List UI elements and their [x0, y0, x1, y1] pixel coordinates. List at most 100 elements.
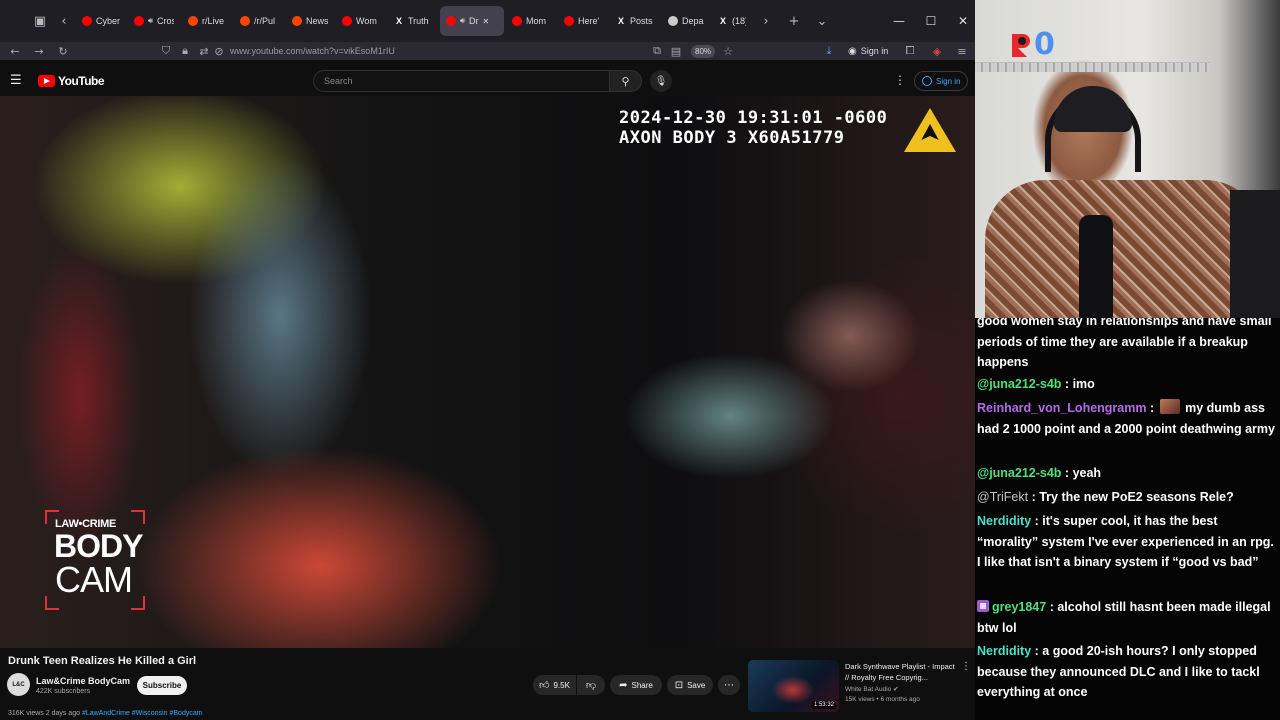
browser-tab[interactable]: 🔊︎ Dr ✕ [440, 6, 504, 36]
tab-title: (18) T [732, 16, 746, 26]
more-actions-button[interactable]: ⋯ [718, 675, 740, 695]
account-label: Sign in [860, 46, 889, 56]
tab-title: Truth [408, 16, 429, 26]
thumbs-up-icon: 👍︎ [539, 680, 550, 691]
like-count: 9.5K [553, 680, 570, 690]
zoom-level[interactable]: 80% [691, 45, 716, 58]
save-label: Save [687, 680, 706, 690]
forward-icon[interactable]: → [27, 42, 51, 60]
channel-avatar[interactable]: L&C [7, 673, 30, 696]
recommended-channel[interactable]: White Bat Audio ✔ [845, 685, 899, 693]
tab-title: Here' [578, 16, 600, 26]
voice-search-icon[interactable]: 🎙︎ [650, 70, 672, 92]
hashtags[interactable]: #LawAndCrime #Wisconsin #Bodycam [82, 710, 203, 717]
browser-tab[interactable]: X Truth [388, 6, 438, 36]
chat-username[interactable]: @juna212-s4b [977, 377, 1061, 391]
user-icon [922, 76, 932, 86]
browser-tab[interactable]: Here' [558, 6, 608, 36]
subscribe-button[interactable]: Subscribe [137, 676, 187, 695]
settings-kebab-icon[interactable]: ⋮ [894, 73, 906, 87]
addon-icon[interactable]: ◈ [925, 42, 949, 60]
tab-scroll-left-icon[interactable]: ‹ [52, 9, 76, 33]
chat-username[interactable]: Nerdidity [977, 514, 1031, 528]
chat-message: Reinhard_von_Lohengramm : my dumb ass ha… [977, 399, 1275, 436]
youtube-signin-button[interactable]: Sign in [914, 71, 969, 91]
browser-tab[interactable]: /r/Pul [234, 6, 284, 36]
autoplay-blocked-icon[interactable]: ⊘ [207, 42, 231, 60]
maximize-icon[interactable]: ☐ [915, 0, 947, 42]
tab-bar: ▣ ‹ Cyber 🔊︎ Crossf r/Live/r/Pul News Wom X Tru… [0, 0, 975, 42]
recommended-thumbnail[interactable]: 1:53:32 [748, 660, 839, 712]
share-button[interactable]: ➦ Share [610, 675, 662, 695]
views-date: 316K views 2 days ago [8, 710, 80, 717]
recommended-more-icon[interactable]: ⋮ [961, 661, 971, 672]
account-icon: ◉ [848, 45, 857, 57]
extensions-icon[interactable]: ⧠ [898, 42, 922, 60]
browser-tab[interactable]: Mom [506, 6, 556, 36]
chat-username[interactable]: grey1847 [992, 600, 1046, 614]
browser-tab[interactable]: Wom [336, 6, 386, 36]
bookmark-star-icon[interactable]: ☆ [716, 42, 740, 60]
chat-message: @TriFekt : Try the new PoE2 seasons Rele… [977, 490, 1234, 504]
browser-tab[interactable]: 🔊︎ Crossf [128, 6, 180, 36]
recommended-duration: 1:53:32 [811, 701, 836, 709]
favicon-icon [512, 16, 522, 26]
share-icon: ➦ [619, 679, 628, 691]
tab-audio-icon[interactable]: 🔊︎ [460, 16, 465, 26]
tab-title: r/Live [202, 16, 225, 26]
chat-text: yeah [1072, 466, 1102, 480]
downloads-icon[interactable]: ⤓ [817, 42, 841, 60]
browser-tab[interactable]: X (18) T [712, 6, 752, 36]
tab-overview-icon[interactable]: ▣ [28, 9, 52, 33]
list-all-tabs-icon[interactable]: ⌄ [810, 9, 834, 33]
chat-username[interactable]: @juna212-s4b [977, 466, 1061, 480]
browser-tab[interactable]: News [286, 6, 334, 36]
browser-tab[interactable]: X Posts [610, 6, 660, 36]
verified-icon: ✔ [893, 685, 899, 693]
favicon-icon [188, 16, 198, 26]
video-meta: 316K views 2 days ago #LawAndCrime #Wisc… [8, 710, 203, 717]
favicon-icon [134, 16, 144, 26]
reader-view-icon[interactable]: ▤ [664, 42, 688, 60]
chat-username[interactable]: Nerdidity [977, 644, 1031, 658]
chat-panel: good women stay in relationships and hav… [975, 318, 1280, 720]
chat-username[interactable]: @TriFekt [977, 490, 1028, 504]
tab-title: News [306, 16, 328, 26]
save-button[interactable]: ⊡ Save [667, 675, 713, 695]
youtube-play-icon [38, 75, 55, 87]
account-button[interactable]: ◉ Sign in [848, 42, 888, 60]
new-tab-icon[interactable]: + [782, 9, 806, 33]
tab-close-icon[interactable]: ✕ [483, 17, 490, 26]
browser-tab[interactable]: Depa [662, 6, 710, 36]
youtube-logo[interactable]: YouTube [38, 74, 105, 88]
browser-tab[interactable]: r/Live [182, 6, 232, 36]
tab-scroll-right-icon[interactable]: › [754, 9, 778, 33]
chair-back [1230, 190, 1280, 318]
recommended-title[interactable]: Dark Synthwave Playlist - Impact // Roya… [845, 661, 957, 683]
streamer-cap [1054, 86, 1132, 132]
tab-title: Mom [526, 16, 546, 26]
browser-tab[interactable]: Cyber [76, 6, 126, 36]
dislike-button[interactable]: 👎︎ [577, 675, 605, 695]
address-bar[interactable]: www.youtube.com/watch?v=vikEsoM1rIU [230, 42, 395, 60]
tab-audio-icon[interactable]: 🔊︎ [148, 16, 153, 26]
channel-name[interactable]: Law&Crime BodyCam [36, 676, 130, 686]
minimize-icon[interactable]: — [883, 0, 915, 42]
search-button[interactable]: ⚲ [610, 70, 642, 92]
like-button[interactable]: 👍︎ 9.5K [533, 675, 576, 695]
tab-title: Dr [469, 16, 479, 26]
back-icon[interactable]: ← [3, 42, 27, 60]
tab-title: Depa [682, 16, 704, 26]
subscriber-badge-icon [977, 600, 989, 612]
favicon-icon [668, 16, 678, 26]
app-menu-icon[interactable]: ≡ [950, 42, 974, 60]
nav-bar: ← → ↻ ⛉ 🔒︎ ⇄ ⊘ www.youtube.com/watch?v=v… [0, 42, 975, 60]
guide-menu-icon[interactable]: ☰ [10, 73, 26, 89]
search-input[interactable]: Search [313, 70, 610, 92]
law-crime-bodycam-badge: LAW•CRIME BODY CAM [45, 510, 145, 610]
streamer-shirt [985, 180, 1265, 318]
tab-title: Cyber [96, 16, 120, 26]
chat-username[interactable]: Reinhard_von_Lohengramm [977, 401, 1146, 415]
video-player[interactable]: 2024-12-30 19:31:01 -0600 AXON BODY 3 X6… [0, 96, 975, 648]
reload-icon[interactable]: ↻ [51, 42, 75, 60]
